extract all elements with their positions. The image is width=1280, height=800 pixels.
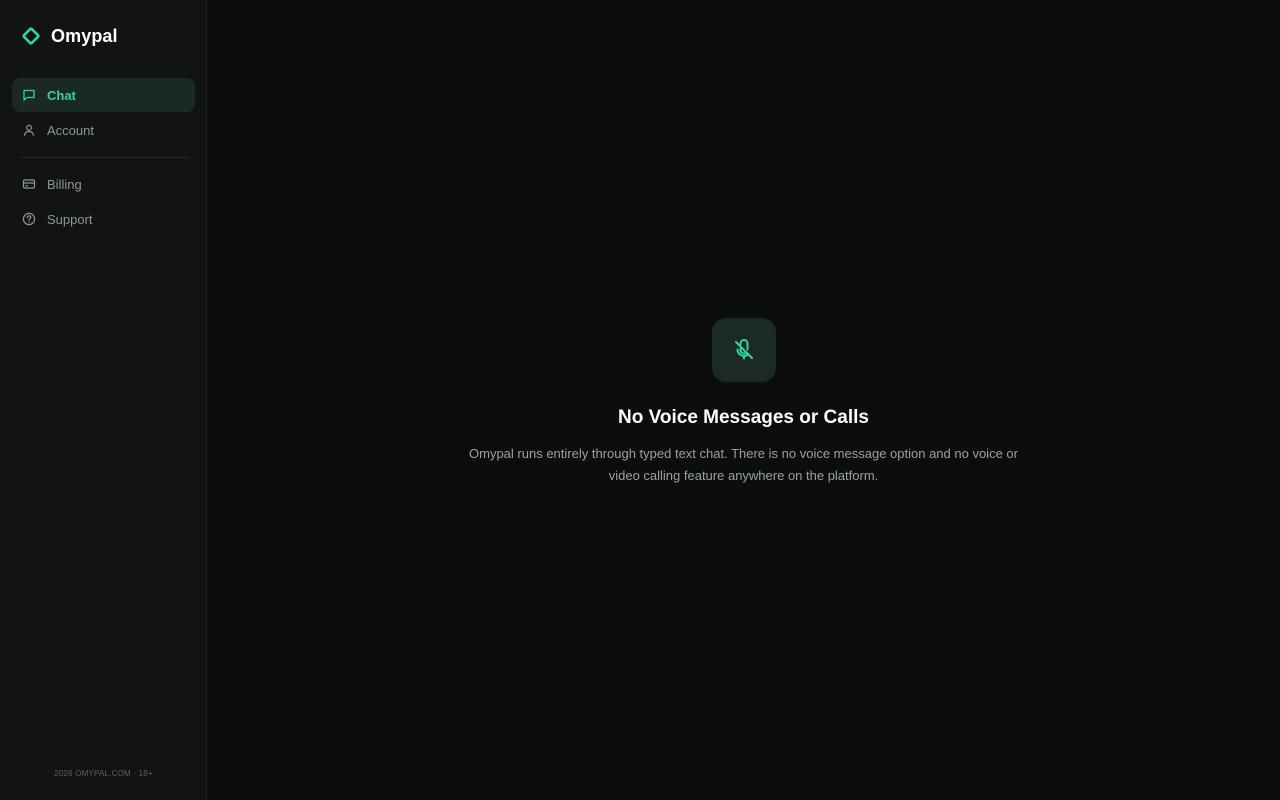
help-circle-icon [22,212,36,226]
credit-card-icon [22,177,36,191]
sidebar-item-label: Account [47,122,94,138]
empty-state-title: No Voice Messages or Calls [618,407,869,428]
sidebar-item-label: Support [47,211,93,227]
diamond-logo-icon [22,27,40,45]
main-content: No Voice Messages or Calls Omypal runs e… [207,0,1280,800]
sidebar-item-label: Billing [47,176,82,192]
nav-divider [20,157,189,158]
sidebar-nav: Chat Account Billing Support [12,78,195,237]
brand[interactable]: Omypal [22,24,118,48]
mic-off-icon [711,318,776,382]
sidebar-footer: 2026 OMYPAL.COM · 18+ [54,769,153,778]
empty-state: No Voice Messages or Calls Omypal runs e… [207,318,1280,487]
app-root: Omypal Chat Account Billing Support 2026… [0,0,1280,800]
user-icon [22,123,36,137]
brand-name: Omypal [51,25,118,46]
sidebar-item-account[interactable]: Account [12,113,195,147]
chat-bubble-icon [22,88,36,102]
sidebar-item-chat[interactable]: Chat [12,78,195,112]
sidebar-item-support[interactable]: Support [12,202,195,236]
sidebar-item-billing[interactable]: Billing [12,167,195,201]
sidebar-item-label: Chat [47,87,76,103]
sidebar: Omypal Chat Account Billing Support 2026… [0,0,207,800]
empty-state-description: Omypal runs entirely through typed text … [469,446,1018,483]
